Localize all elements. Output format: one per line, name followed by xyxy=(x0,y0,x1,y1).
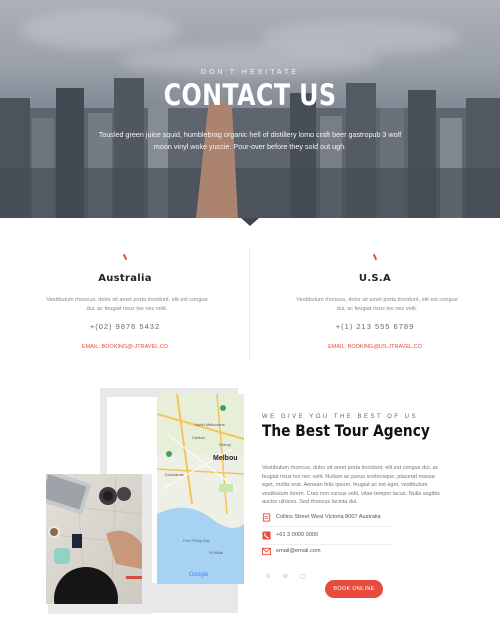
travel-desk-image xyxy=(46,474,142,604)
location-icon xyxy=(262,513,271,522)
agency-kicker: WE GIVE YOU THE BEST OF US xyxy=(262,414,419,420)
hero-notch xyxy=(241,218,259,226)
office-email[interactable]: EMAIL: BOOKING@US-JTRAVEL.CO xyxy=(250,344,500,350)
hero-section: DON'T HESITATE CONTACT US Tousled green … xyxy=(0,0,500,218)
mail-icon xyxy=(262,547,271,556)
google-attribution: Google xyxy=(189,572,209,578)
pinterest-icon[interactable]: ℗ xyxy=(281,574,289,580)
page-title: CONTACT US xyxy=(163,78,337,112)
office-marker-icon xyxy=(372,253,378,261)
office-marker-icon xyxy=(122,253,128,261)
map-label: Docklands xyxy=(165,472,184,477)
office-phone[interactable]: +(02) 9876 5432 xyxy=(0,322,250,331)
hero-kicker: DON'T HESITATE xyxy=(200,69,300,76)
office-email[interactable]: EMAIL: BOOKING@-JTRAVEL.CO xyxy=(0,344,250,350)
office-name: U.S.A xyxy=(358,273,392,284)
offices-section: Australia Vestibulum rhoncus, dolor sit … xyxy=(0,226,500,361)
office-description: Vestibulum rhoncus, dolor sit amet porta… xyxy=(46,297,208,312)
map-label: St Kilda xyxy=(209,550,224,555)
map-label: Carlton xyxy=(192,435,205,440)
office-name: Australia xyxy=(98,273,152,284)
office-description: Vestibulum rhoncus, dolor sit amet porta… xyxy=(296,297,458,312)
map-label: North Melbourne xyxy=(195,422,226,427)
map-image[interactable]: North Melbourne Carlton Fitzroy Melbou D… xyxy=(157,394,244,584)
map-label: Melbou xyxy=(213,455,238,462)
office-phone[interactable]: +(1) 213 555 6789 xyxy=(250,322,500,331)
twitter-icon[interactable]: 𝕏 xyxy=(264,573,272,580)
contact-address-text: Collins Street West Victoria 8007 Austra… xyxy=(276,514,381,520)
hero-text: Tousled green juice squid, humblebrag or… xyxy=(98,130,402,151)
instagram-icon[interactable]: ▢ xyxy=(299,573,307,580)
contact-email[interactable]: email@email.com xyxy=(262,546,392,561)
agency-description: Vestibulum rhoncus, dolor sit amet porta… xyxy=(262,465,440,505)
contact-phone[interactable]: +61 3 0000 0000 xyxy=(262,530,392,545)
social-links: 𝕏 ℗ ▢ xyxy=(264,565,312,583)
agency-title: The Best Tour Agency xyxy=(262,421,430,440)
map-label: Fitzroy xyxy=(219,442,231,447)
contact-phone-text: +61 3 0000 0000 xyxy=(276,532,319,538)
contact-address: Collins Street West Victoria 8007 Austra… xyxy=(262,512,392,527)
contact-email-text: email@email.com xyxy=(276,548,321,554)
map-label: Port Phillip Bay xyxy=(183,538,210,543)
book-online-button[interactable]: BOOK ONLINE xyxy=(325,580,383,598)
phone-icon xyxy=(262,531,271,540)
